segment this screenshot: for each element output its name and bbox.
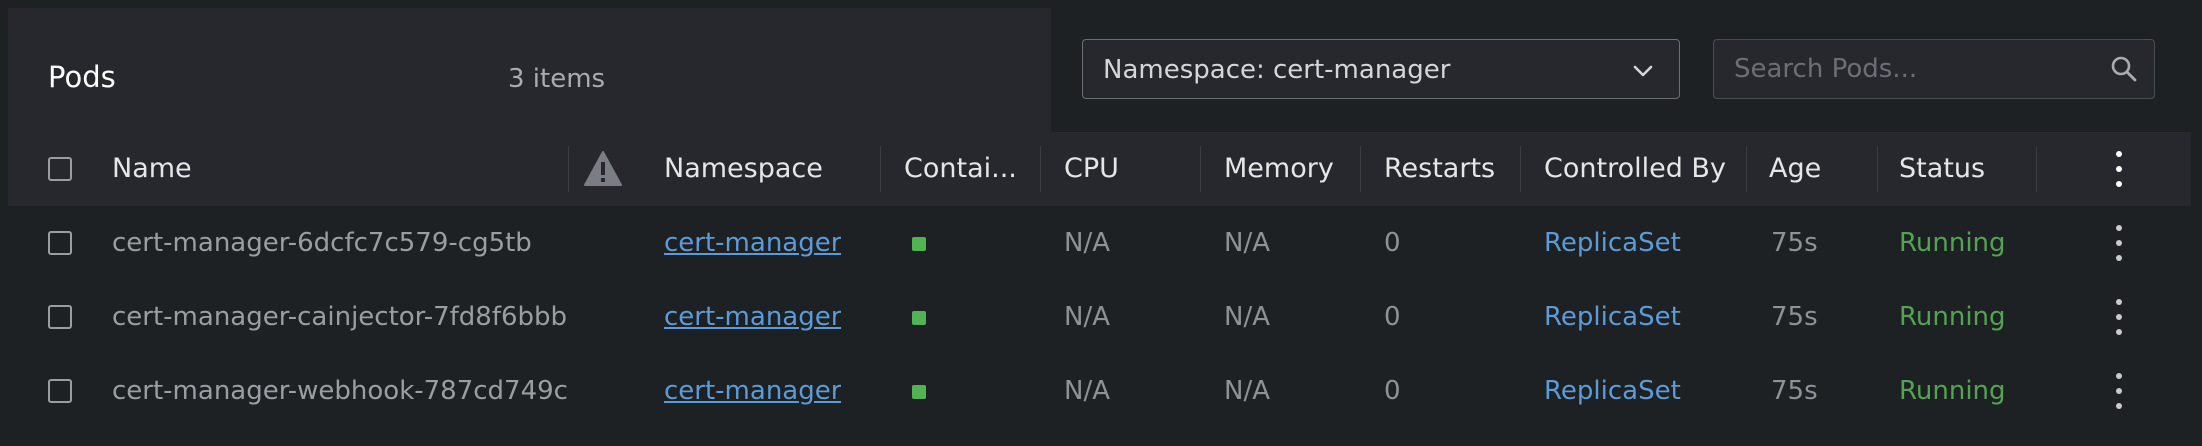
column-header-age[interactable]: Age bbox=[1769, 132, 1821, 206]
restarts-value: 0 bbox=[1384, 376, 1401, 406]
cpu-value: N/A bbox=[1064, 376, 1110, 406]
column-divider[interactable] bbox=[2036, 146, 2037, 192]
column-divider[interactable] bbox=[1360, 146, 1361, 192]
status-value: Running bbox=[1899, 376, 2006, 406]
column-divider[interactable] bbox=[880, 146, 881, 192]
container-status-indicator[interactable] bbox=[912, 237, 926, 251]
status-value: Running bbox=[1899, 228, 2006, 258]
age-value: 75s bbox=[1771, 228, 1818, 258]
status-value: Running bbox=[1899, 302, 2006, 332]
warning-icon[interactable] bbox=[583, 150, 623, 188]
column-divider[interactable] bbox=[1746, 146, 1747, 192]
column-header-cpu[interactable]: CPU bbox=[1064, 132, 1119, 206]
page-title: Pods bbox=[48, 60, 116, 94]
namespace-select[interactable]: Namespace: cert-manager bbox=[1082, 39, 1680, 99]
column-header-name[interactable]: Name bbox=[112, 132, 192, 206]
row-menu-icon[interactable] bbox=[2112, 223, 2126, 263]
pod-name[interactable]: cert-manager-6dcfc7c579-cg5tb bbox=[112, 206, 600, 280]
memory-value: N/A bbox=[1224, 376, 1270, 406]
namespace-link[interactable]: cert-manager bbox=[664, 206, 841, 280]
restarts-value: 0 bbox=[1384, 302, 1401, 332]
column-header-memory[interactable]: Memory bbox=[1224, 132, 1334, 206]
pod-name[interactable]: cert-manager-cainjector-7fd8f6bbb bbox=[112, 280, 600, 354]
controlled-by-link[interactable]: ReplicaSet bbox=[1544, 206, 1681, 280]
column-divider[interactable] bbox=[568, 146, 569, 192]
search-input[interactable] bbox=[1714, 40, 2084, 97]
column-divider[interactable] bbox=[1520, 146, 1521, 192]
pods-table: Name Namespace Contai... CPU Memory Rest… bbox=[8, 132, 2191, 428]
row-checkbox[interactable] bbox=[48, 305, 72, 329]
column-divider[interactable] bbox=[1200, 146, 1201, 192]
item-count: 3 items bbox=[508, 64, 606, 94]
select-all-checkbox[interactable] bbox=[48, 157, 72, 181]
row-menu-icon[interactable] bbox=[2112, 371, 2126, 411]
namespace-link[interactable]: cert-manager bbox=[664, 354, 841, 428]
table-row[interactable]: cert-manager-cainjector-7fd8f6bbb cert-m… bbox=[8, 280, 2191, 354]
column-divider[interactable] bbox=[1877, 146, 1878, 192]
page-header: Pods 3 items bbox=[8, 8, 1051, 132]
pod-name[interactable]: cert-manager-webhook-787cd749c bbox=[112, 354, 600, 428]
column-menu-icon[interactable] bbox=[2112, 149, 2126, 189]
namespace-select-label: Namespace: cert-manager bbox=[1103, 55, 1451, 85]
memory-value: N/A bbox=[1224, 228, 1270, 258]
table-row[interactable]: cert-manager-webhook-787cd749c cert-mana… bbox=[8, 354, 2191, 428]
age-value: 75s bbox=[1771, 376, 1818, 406]
column-header-controlled-by[interactable]: Controlled By bbox=[1544, 132, 1726, 206]
column-header-restarts[interactable]: Restarts bbox=[1384, 132, 1495, 206]
controlled-by-link[interactable]: ReplicaSet bbox=[1544, 280, 1681, 354]
cpu-value: N/A bbox=[1064, 228, 1110, 258]
namespace-link[interactable]: cert-manager bbox=[664, 280, 841, 354]
row-menu-icon[interactable] bbox=[2112, 297, 2126, 337]
column-divider[interactable] bbox=[1040, 146, 1041, 192]
column-header-containers[interactable]: Contai... bbox=[904, 132, 1029, 206]
memory-value: N/A bbox=[1224, 302, 1270, 332]
controlled-by-link[interactable]: ReplicaSet bbox=[1544, 354, 1681, 428]
column-header-namespace[interactable]: Namespace bbox=[664, 132, 823, 206]
search-icon[interactable] bbox=[2110, 55, 2138, 83]
row-checkbox[interactable] bbox=[48, 231, 72, 255]
restarts-value: 0 bbox=[1384, 228, 1401, 258]
age-value: 75s bbox=[1771, 302, 1818, 332]
column-header-status[interactable]: Status bbox=[1899, 132, 1985, 206]
pods-view: Pods 3 items Namespace: cert-manager Nam… bbox=[0, 0, 2202, 446]
row-checkbox[interactable] bbox=[48, 379, 72, 403]
table-row[interactable]: cert-manager-6dcfc7c579-cg5tb cert-manag… bbox=[8, 206, 2191, 280]
table-header: Name Namespace Contai... CPU Memory Rest… bbox=[8, 132, 2191, 206]
container-status-indicator[interactable] bbox=[912, 311, 926, 325]
cpu-value: N/A bbox=[1064, 302, 1110, 332]
search-box bbox=[1713, 39, 2155, 99]
container-status-indicator[interactable] bbox=[912, 385, 926, 399]
chevron-down-icon bbox=[1633, 65, 1653, 77]
